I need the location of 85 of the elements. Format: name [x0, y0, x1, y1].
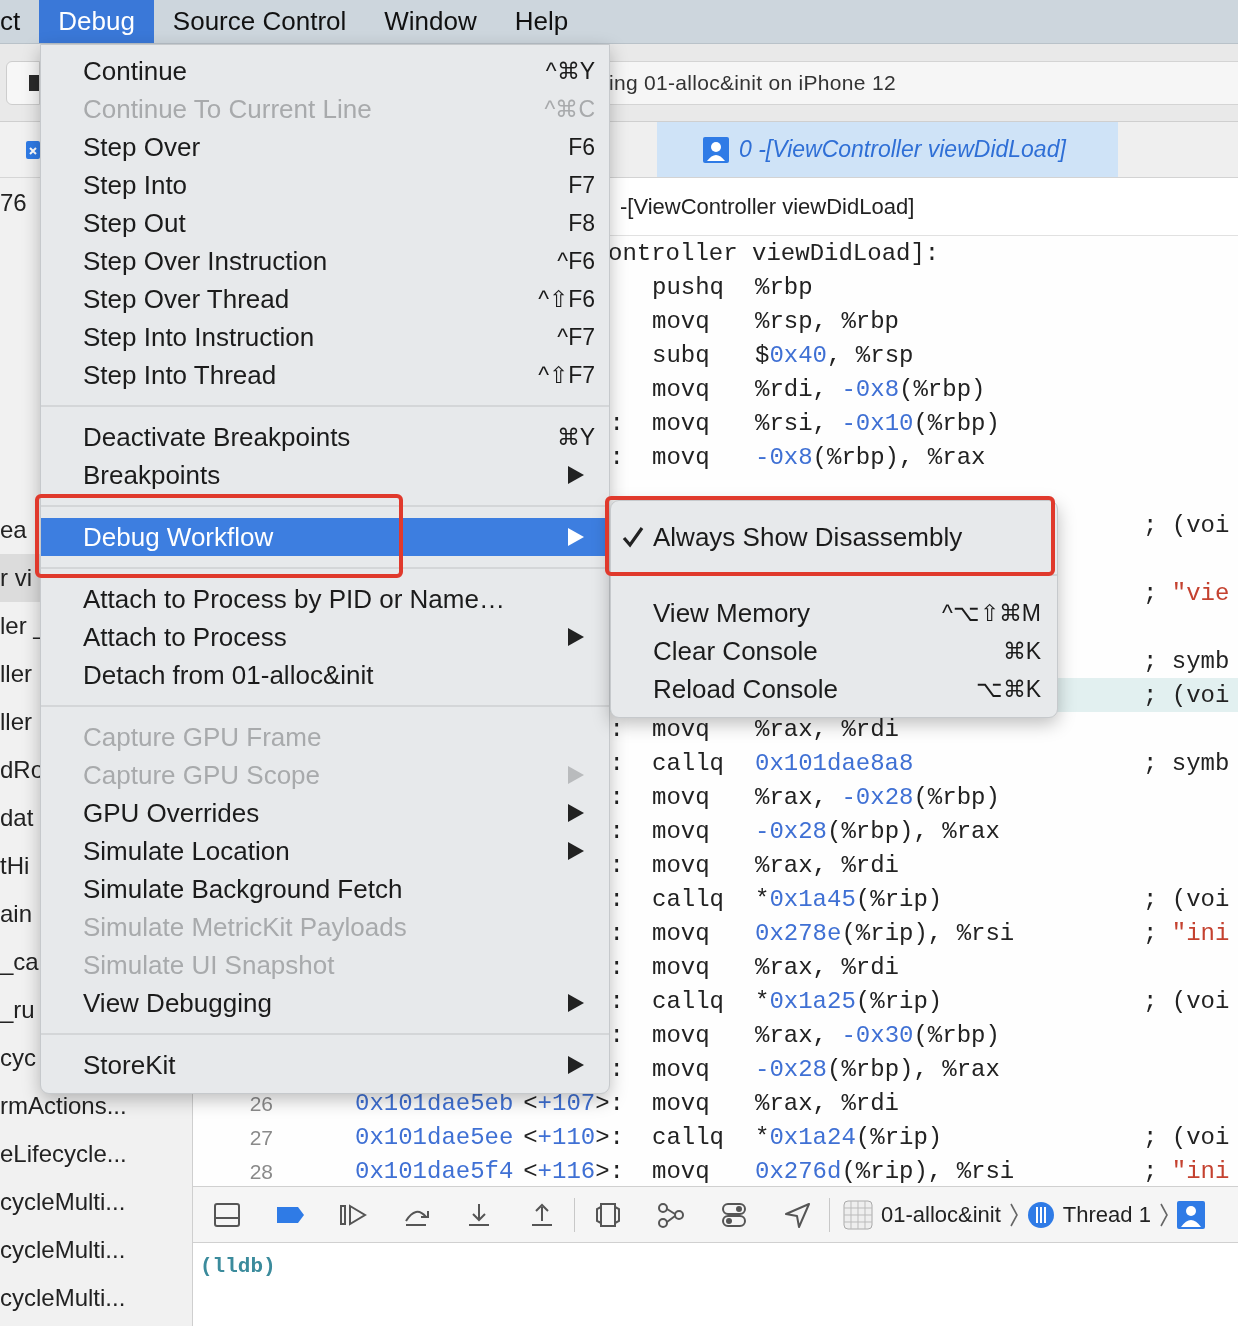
operand-text: %rsp, %rbp [755, 307, 901, 337]
offset-text: : [609, 954, 624, 981]
comment-text: ; (voi [1143, 681, 1231, 711]
operand-text: %rax, %rdi [755, 953, 901, 983]
address-text: 0x101dae5ee [355, 1123, 515, 1153]
mnemonic-text: callq [652, 987, 725, 1017]
operand-text: %rax, %rdi [755, 1089, 901, 1119]
mnemonic-text: movq [652, 443, 711, 473]
operand-text: 0x278e(%rip), %rsi [755, 919, 1016, 949]
shortcut-text: ⌘K [1002, 636, 1041, 666]
line-number: 27 [248, 1125, 273, 1152]
operand-text: %rax, %rdi [755, 851, 901, 881]
comment-text: ; "ini [1143, 919, 1231, 949]
mnemonic-text: movq [652, 919, 711, 949]
offset-text: <+107>: [523, 1090, 624, 1117]
comment-text: ; (voi [1143, 1123, 1231, 1153]
operand-text: 0x101dae8a8 [755, 749, 915, 779]
operand-text: %rax, %rdi [755, 715, 901, 745]
mnemonic-text: callq [652, 1123, 725, 1153]
console-prompt: (lldb) [200, 1255, 276, 1278]
mnemonic-text: movq [652, 783, 711, 813]
offset-text: : [609, 886, 624, 913]
operand-text: %rbp [755, 273, 814, 303]
offset-text: : [609, 818, 624, 845]
mnemonic-text: movq [652, 953, 711, 983]
mnemonic-text: pushq [652, 273, 725, 303]
mnemonic-text: movq [652, 1055, 711, 1085]
mnemonic-text: movq [652, 715, 711, 745]
comment-text: ; (voi [1143, 987, 1231, 1017]
mnemonic-text: movq [652, 375, 711, 405]
offset-text: : [609, 920, 624, 947]
shortcut-text: F6 [568, 132, 595, 162]
operand-text: -0x28(%rbp), %rax [755, 1055, 1001, 1085]
shortcut-text: ^F6 [557, 246, 595, 276]
offset-text: : [609, 750, 624, 777]
offset-text: : [609, 1022, 624, 1049]
operand-text: %rsi, -0x10(%rbp) [755, 409, 1001, 439]
mnemonic-text: callq [652, 749, 725, 779]
shortcut-text: ^F7 [557, 322, 595, 352]
operand-text: %rax, -0x30(%rbp) [755, 1021, 1001, 1051]
shortcut-text: ⌥⌘K [975, 674, 1041, 704]
comment-text: ; (voi [1143, 885, 1231, 915]
shortcut-text: ^⌥⇧⌘M [942, 598, 1041, 628]
mnemonic-text: movq [652, 409, 711, 439]
offset-text: <+110>: [523, 1124, 624, 1151]
offset-text: : [609, 444, 624, 471]
shortcut-text: ⌘Y [556, 422, 595, 452]
comment-text: ; symb [1143, 749, 1231, 779]
mnemonic-text: movq [652, 817, 711, 847]
operand-text: *0x1a25(%rip) [755, 987, 944, 1017]
line-number: 28 [248, 1159, 273, 1186]
operand-text: $0x40, %rsp [755, 341, 915, 371]
operand-text: -0x28(%rbp), %rax [755, 817, 1001, 847]
operand-text: %rax, -0x28(%rbp) [755, 783, 1001, 813]
offset-text: : [609, 410, 624, 437]
comment-text: ; (voi [1143, 511, 1231, 541]
comment-text: ; "ini [1143, 1157, 1231, 1186]
mnemonic-text: movq [652, 1021, 711, 1051]
shortcut-text: ^⇧F7 [538, 360, 595, 390]
address-text: 0x101dae5eb [355, 1089, 515, 1119]
address-text: 0x101dae5f4 [355, 1157, 515, 1186]
mnemonic-text: movq [652, 851, 711, 881]
shortcut-text: ^⇧F6 [538, 284, 595, 314]
line-number: 26 [248, 1091, 273, 1118]
operand-text: -0x8(%rbp), %rax [755, 443, 987, 473]
offset-text: : [609, 784, 624, 811]
comment-text: ; "vie [1143, 579, 1231, 609]
operand-text: 0x276d(%rip), %rsi [755, 1157, 1016, 1186]
shortcut-text: F8 [568, 208, 595, 238]
offset-text: : [609, 716, 624, 743]
mnemonic-text: movq [652, 1157, 711, 1186]
shortcut-text: F7 [568, 170, 595, 200]
mnemonic-text: subq [652, 341, 711, 371]
mnemonic-text: callq [652, 885, 725, 915]
mnemonic-text: movq [652, 307, 711, 337]
comment-text: ; symb [1143, 647, 1231, 677]
operand-text: *0x1a45(%rip) [755, 885, 944, 915]
operand-text: %rdi, -0x8(%rbp) [755, 375, 987, 405]
offset-text: : [609, 852, 624, 879]
operand-text: *0x1a24(%rip) [755, 1123, 944, 1153]
code-label: ontroller viewDidLoad]: [608, 240, 940, 267]
offset-text: : [609, 988, 624, 1015]
mnemonic-text: movq [652, 1089, 711, 1119]
offset-text: <+116>: [523, 1158, 624, 1185]
offset-text: : [609, 1056, 624, 1083]
